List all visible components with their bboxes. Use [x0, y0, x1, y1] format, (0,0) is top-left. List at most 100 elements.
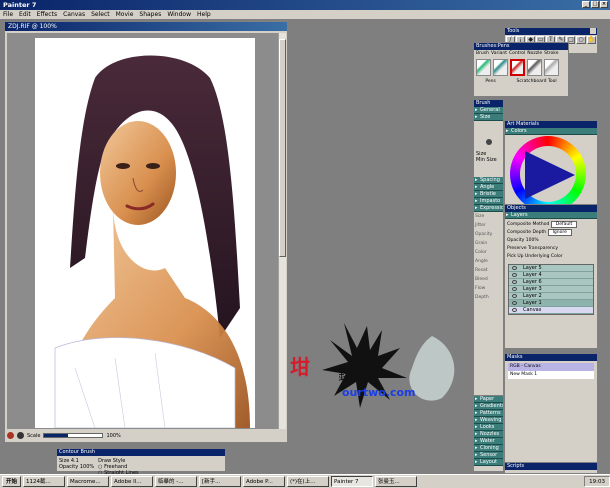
brush-tab-nozzle[interactable]: Nozzle — [527, 51, 542, 56]
eye-icon[interactable] — [512, 308, 517, 312]
pick-up-color-checkbox[interactable]: Pick Up Underlying Color — [507, 254, 563, 259]
brush-icon-2[interactable] — [493, 59, 508, 76]
section-angle[interactable]: Angle — [474, 184, 503, 191]
layer-row[interactable]: Layer 1 — [509, 300, 593, 307]
section-expression[interactable]: Expression — [474, 205, 503, 212]
menu-bar: File Edit Effects Canvas Select Movie Sh… — [0, 10, 610, 19]
menu-edit[interactable]: Edit — [19, 10, 31, 19]
close-icon[interactable]: × — [600, 1, 608, 8]
mask-row[interactable]: New Mask 1 — [508, 371, 594, 379]
layer-row[interactable]: Layer 5 — [509, 265, 593, 272]
close-icon[interactable] — [590, 28, 596, 34]
eye-icon[interactable] — [512, 280, 517, 284]
brush-tab-stroke[interactable]: Stroke — [544, 51, 558, 56]
preserve-transparency-checkbox[interactable]: Preserve Transparency — [507, 246, 558, 251]
section-cloning[interactable]: Cloning — [474, 445, 503, 452]
brush-controls-title[interactable]: Brush Controls — [474, 100, 503, 113]
scripts-title[interactable]: Scripts — [505, 463, 597, 470]
zoom-slider[interactable] — [43, 433, 104, 438]
brush-icon-3[interactable] — [510, 59, 525, 76]
mask-row[interactable]: RGB - Canvas — [508, 363, 594, 371]
section-water[interactable]: Water — [474, 438, 503, 445]
section-layers[interactable]: Layers — [505, 212, 597, 219]
menu-window[interactable]: Window — [167, 10, 191, 19]
objects-title[interactable]: Objects — [505, 205, 597, 212]
task-button[interactable]: Adobe Il... — [111, 476, 154, 487]
layer-row[interactable]: Layer 4 — [509, 272, 593, 279]
saturation-triangle[interactable] — [525, 151, 575, 199]
section-looks[interactable]: Looks — [474, 424, 503, 431]
section-bristle[interactable]: Bristle — [474, 191, 503, 198]
eye-icon[interactable] — [512, 294, 517, 298]
section-nozzles[interactable]: Nozzles — [474, 431, 503, 438]
menu-shapes[interactable]: Shapes — [139, 10, 161, 19]
window-controls: _ □ × — [582, 1, 608, 8]
eye-icon[interactable] — [512, 266, 517, 270]
task-button[interactable]: Adobe P... — [243, 476, 286, 487]
document-title-bar[interactable]: ZDJ.RIF @ 100% — [5, 22, 287, 31]
section-colors[interactable]: Colors — [505, 128, 597, 135]
brush-icon-4[interactable] — [527, 59, 542, 76]
menu-canvas[interactable]: Canvas — [63, 10, 85, 19]
menu-file[interactable]: File — [3, 10, 13, 19]
expr-resat: Resat — [475, 268, 488, 273]
art-materials-title[interactable]: Art Materials — [505, 121, 597, 128]
eye-icon[interactable] — [512, 301, 517, 305]
watermark-logo: 坩 錫 ourtwo.com — [282, 318, 472, 418]
eye-icon[interactable] — [512, 273, 517, 277]
task-button[interactable]: 张曼玉... — [375, 476, 418, 487]
eye-icon[interactable] — [512, 287, 517, 291]
opacity-value[interactable]: 100% — [80, 464, 94, 470]
hand-tool-icon[interactable]: ✋ — [586, 36, 596, 44]
tools-title[interactable]: Tools — [505, 28, 597, 35]
section-paper[interactable]: Paper — [474, 396, 503, 403]
composite-method-select[interactable]: Default — [550, 221, 578, 228]
brush-caption-pens: Pens — [485, 79, 496, 84]
brush-icon-1[interactable] — [476, 59, 491, 76]
expression-panel: Size Jitter Opacity Grain Color Angle Re… — [474, 212, 503, 302]
section-general[interactable]: General — [474, 107, 503, 114]
menu-movie[interactable]: Movie — [116, 10, 134, 19]
canvas-area[interactable] — [7, 33, 279, 429]
masks-title[interactable]: Masks — [505, 354, 597, 361]
layer-row[interactable]: Canvas — [509, 307, 593, 314]
section-gradients[interactable]: Gradients — [474, 403, 503, 410]
section-weaving[interactable]: Weaving — [474, 417, 503, 424]
scale-label: Scale — [27, 432, 41, 439]
section-sensor[interactable]: Sensor — [474, 452, 503, 459]
maximize-icon[interactable]: □ — [591, 1, 599, 8]
task-button[interactable]: 临摹的 -... — [155, 476, 198, 487]
contour-title[interactable]: Contour Brush — [57, 449, 225, 456]
layer-row[interactable]: Layer 6 — [509, 279, 593, 286]
start-button[interactable]: 开始 — [2, 476, 22, 487]
artwork-canvas[interactable] — [35, 38, 255, 429]
task-button[interactable]: [新手... — [199, 476, 242, 487]
brush-tab-variant[interactable]: Variant — [491, 51, 507, 56]
task-button[interactable]: 1124截... — [23, 476, 66, 487]
menu-select[interactable]: Select — [91, 10, 110, 19]
minimize-icon[interactable]: _ — [582, 1, 590, 8]
opacity-value[interactable]: 100% — [526, 238, 539, 243]
section-layout[interactable]: Layout — [474, 459, 503, 466]
composite-depth-select[interactable]: Ignore — [547, 229, 572, 236]
art-materials-sections: Paper Gradients Patterns Weaving Looks N… — [473, 395, 504, 472]
brushes-title[interactable]: Brushes:Pens — [474, 43, 568, 50]
menu-help[interactable]: Help — [197, 10, 211, 19]
scroll-thumb[interactable] — [279, 39, 286, 257]
brush-icon-5[interactable] — [544, 59, 559, 76]
menu-effects[interactable]: Effects — [37, 10, 57, 19]
task-button[interactable]: Macrome... — [67, 476, 110, 487]
section-spacing[interactable]: Spacing — [474, 177, 503, 184]
task-button-painter[interactable]: Painter 7 — [331, 476, 374, 487]
paper-swatch-icon[interactable] — [17, 432, 24, 439]
color-swatch-icon[interactable] — [7, 432, 14, 439]
layer-row[interactable]: Layer 3 — [509, 286, 593, 293]
brush-tab-control[interactable]: Control — [509, 51, 525, 56]
brush-tab-brush[interactable]: Brush — [476, 51, 489, 56]
task-button[interactable]: (*)在(上... — [287, 476, 330, 487]
section-patterns[interactable]: Patterns — [474, 410, 503, 417]
layer-row[interactable]: Layer 2 — [509, 293, 593, 300]
oval-shape-icon[interactable]: ○ — [576, 36, 586, 44]
section-size[interactable]: Size — [474, 114, 503, 121]
section-impasto[interactable]: Impasto — [474, 198, 503, 205]
